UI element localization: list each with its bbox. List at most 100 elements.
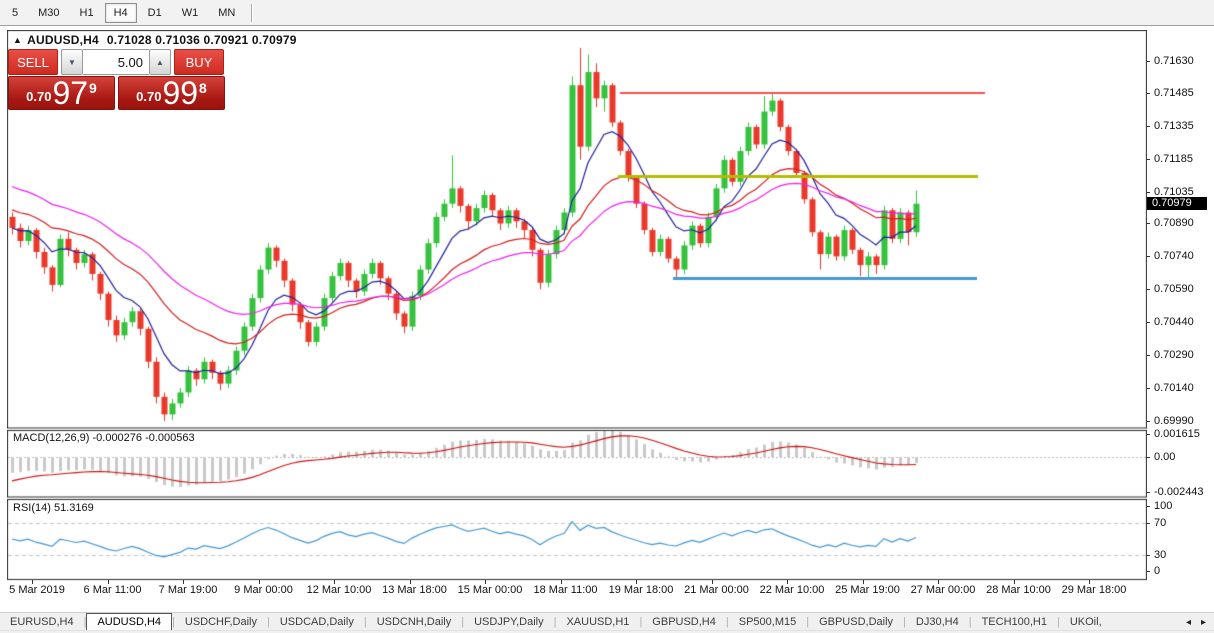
timeframe-button-MN[interactable]: MN — [209, 3, 244, 23]
sell-price-prefix: 0.70 — [26, 89, 51, 104]
buy-price-display[interactable]: 0.70 99 8 — [118, 76, 225, 110]
axis-label: 0.71185 — [1154, 153, 1193, 165]
tab-AUDUSD-H4[interactable]: AUDUSD,H4 — [86, 613, 172, 631]
volume-input[interactable] — [83, 49, 149, 75]
axis-tick — [1146, 434, 1150, 435]
date-axis-tick — [485, 580, 486, 584]
timeframe-button-5[interactable]: 5 — [3, 3, 27, 23]
axis-label: 0.71630 — [1154, 55, 1194, 67]
tab-USDCHF-Daily[interactable]: USDCHF,Daily — [175, 613, 267, 631]
axis-tick — [1146, 159, 1150, 160]
timeframe-button-H1[interactable]: H1 — [71, 3, 103, 23]
tab-USDJPY-Daily[interactable]: USDJPY,Daily — [464, 613, 554, 631]
volume-increase-button[interactable]: ▲ — [149, 49, 171, 75]
current-price-tag: 0.70979 — [1147, 197, 1207, 210]
axis-label: 0.70140 — [1154, 382, 1194, 394]
tab-TECH100-H1[interactable]: TECH100,H1 — [972, 613, 1057, 631]
date-axis-label: 13 Mar 18:00 — [376, 584, 454, 596]
triangle-up-icon: ▲ — [156, 58, 164, 67]
date-axis-tick — [863, 580, 864, 584]
date-axis-label: 22 Mar 10:00 — [753, 584, 831, 596]
date-axis-tick — [334, 580, 335, 584]
tab-XAUUSD-H1[interactable]: XAUUSD,H1 — [556, 613, 639, 631]
tab-EURUSD-H4[interactable]: EURUSD,H4 — [0, 613, 84, 631]
collapse-oct-icon[interactable]: ▲ — [13, 35, 22, 45]
volume-decrease-button[interactable]: ▼ — [61, 49, 83, 75]
date-axis-label: 21 Mar 00:00 — [678, 584, 756, 596]
date-axis-tick — [108, 580, 109, 584]
axis-label: 30 — [1154, 549, 1166, 561]
axis-label: 0.70740 — [1154, 250, 1194, 262]
axis-label: 0.70440 — [1154, 316, 1194, 328]
sell-price-pips: 97 — [52, 78, 88, 108]
symbol-period-label: AUDUSD,H4 — [27, 33, 99, 47]
tab-SP500-M15[interactable]: SP500,M15 — [729, 613, 806, 631]
date-axis-tick — [787, 580, 788, 584]
buy-price-point: 8 — [199, 80, 207, 96]
tab-GBPUSD-H4[interactable]: GBPUSD,H4 — [642, 613, 726, 631]
buy-button[interactable]: BUY — [174, 49, 224, 75]
axis-label: 100 — [1154, 500, 1172, 512]
date-axis-tick — [32, 580, 33, 584]
axis-tick — [1146, 492, 1150, 493]
axis-tick — [1146, 555, 1150, 556]
timeframe-button-W1[interactable]: W1 — [173, 3, 208, 23]
axis-tick — [1146, 256, 1150, 257]
date-axis-label: 27 Mar 00:00 — [904, 584, 982, 596]
tab-UKOil-[interactable]: UKOil, — [1060, 613, 1112, 631]
date-axis-tick — [561, 580, 562, 584]
rsi-name: RSI(14) — [13, 502, 51, 514]
axis-label: 0 — [1154, 565, 1160, 577]
date-axis-tick — [410, 580, 411, 584]
tab-scroll-right-icon[interactable]: ▸ — [1201, 617, 1206, 628]
date-axis-label: 29 Mar 18:00 — [1055, 584, 1133, 596]
tab-scroll-arrows: ◂▸ — [1176, 613, 1214, 631]
ohlc-values: 0.71028 0.71036 0.70921 0.70979 — [107, 33, 297, 47]
axis-label: 0.71035 — [1154, 186, 1194, 198]
axis-label: 0.71335 — [1154, 120, 1194, 132]
axis-tick — [1146, 223, 1150, 224]
date-axis-tick — [636, 580, 637, 584]
axis-label: 0.00 — [1154, 451, 1175, 463]
axis-label: 0.70590 — [1154, 283, 1194, 295]
timeframe-toolbar: 5M30H1H4D1W1MN — [0, 0, 1214, 26]
date-axis-tick — [938, 580, 939, 584]
date-axis-label: 9 Mar 00:00 — [225, 584, 303, 596]
tab-scroll-left-icon[interactable]: ◂ — [1186, 617, 1191, 628]
tab-USDCNH-Daily[interactable]: USDCNH,Daily — [367, 613, 462, 631]
axis-label: 0.001615 — [1154, 428, 1200, 440]
date-axis-tick — [183, 580, 184, 584]
axis-tick — [1146, 457, 1150, 458]
date-axis-tick — [1089, 580, 1090, 584]
date-axis-label: 28 Mar 10:00 — [980, 584, 1058, 596]
trading-platform-window: 5M30H1H4D1W1MN ▲ AUDUSD,H4 0.71028 0.71036… — [0, 0, 1214, 633]
axis-tick — [1146, 421, 1150, 422]
timeframe-button-D1[interactable]: D1 — [139, 3, 171, 23]
chart-canvas[interactable] — [7, 30, 1147, 581]
tab-USDCAD-Daily[interactable]: USDCAD,Daily — [270, 613, 364, 631]
toolbar-separator — [251, 4, 253, 22]
date-axis-label: 6 Mar 11:00 — [74, 584, 152, 596]
axis-tick — [1146, 388, 1150, 389]
rsi-indicator-label: RSI(14) 51.3169 — [13, 502, 94, 514]
buy-price-pips: 99 — [162, 78, 198, 108]
date-axis-label: 12 Mar 10:00 — [300, 584, 378, 596]
date-axis-label: 18 Mar 11:00 — [527, 584, 605, 596]
axis-tick — [1146, 322, 1150, 323]
timeframe-button-M30[interactable]: M30 — [29, 3, 68, 23]
date-axis-label: 19 Mar 18:00 — [602, 584, 680, 596]
date-axis-label: 7 Mar 19:00 — [149, 584, 227, 596]
axis-tick — [1146, 506, 1150, 507]
axis-tick — [1146, 61, 1150, 62]
date-axis-tick — [259, 580, 260, 584]
axis-label: 0.70890 — [1154, 217, 1194, 229]
sell-price-display[interactable]: 0.70 97 9 — [8, 76, 115, 110]
triangle-down-icon: ▼ — [68, 58, 76, 67]
tab-GBPUSD-Daily[interactable]: GBPUSD,Daily — [809, 613, 903, 631]
tab-DJ30-H4[interactable]: DJ30,H4 — [906, 613, 969, 631]
chart-title: ▲ AUDUSD,H4 0.71028 0.71036 0.70921 0.7097… — [13, 33, 297, 47]
sell-button[interactable]: SELL — [8, 49, 58, 75]
axis-label: 0.70290 — [1154, 349, 1194, 361]
date-axis-label: 15 Mar 00:00 — [451, 584, 529, 596]
timeframe-button-H4[interactable]: H4 — [105, 3, 137, 23]
